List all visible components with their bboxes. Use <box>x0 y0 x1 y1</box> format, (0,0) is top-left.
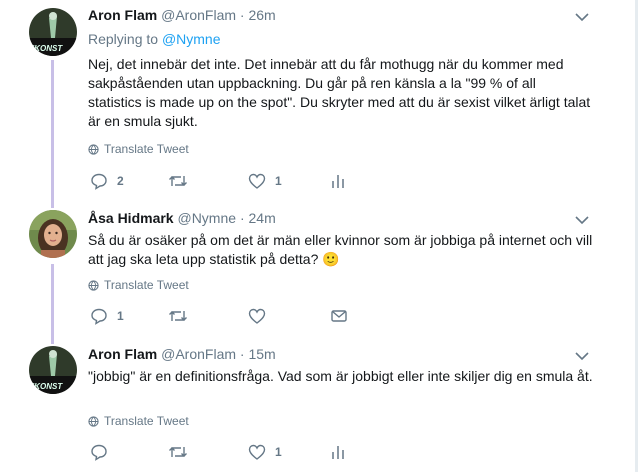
like-button[interactable]: 1 <box>248 172 282 190</box>
heart-icon <box>248 443 266 461</box>
display-name[interactable]: Aron Flam <box>88 7 157 23</box>
replying-to-label: Replying to <box>88 31 159 47</box>
reply-button[interactable] <box>90 443 117 461</box>
heart-icon <box>248 307 266 325</box>
tweet[interactable]: IKONST Aron Flam @AronFlam · 15m "jobbig… <box>0 336 635 472</box>
display-name[interactable]: Åsa Hidmark <box>88 210 174 226</box>
chevron-down-icon[interactable] <box>572 349 592 363</box>
tweet-header: Åsa Hidmark @Nymne · 24m <box>88 210 276 226</box>
reply-icon <box>90 443 108 461</box>
avatar[interactable]: IKONST <box>29 346 77 394</box>
tweet-text: Nej, det innebär det inte. Det innebär a… <box>88 56 591 129</box>
globe-icon <box>88 279 99 291</box>
direct-message-button[interactable] <box>330 307 348 325</box>
retweet-button[interactable] <box>168 307 197 325</box>
timestamp[interactable]: 15m <box>248 346 275 362</box>
timestamp[interactable]: 24m <box>249 210 276 226</box>
tweet-header: Aron Flam @AronFlam · 15m <box>88 346 276 362</box>
tweet[interactable]: Åsa Hidmark @Nymne · 24m Så du är osäker… <box>0 200 635 336</box>
tweet[interactable]: IKONST Aron Flam @AronFlam · 26m Replyin… <box>0 0 635 200</box>
heart-icon <box>248 172 266 190</box>
translate-tweet-link[interactable]: Translate Tweet <box>88 414 189 428</box>
tweet-actions: 2 1 <box>88 172 388 192</box>
separator-dot: · <box>239 7 245 23</box>
avatar[interactable] <box>29 210 77 258</box>
display-name[interactable]: Aron Flam <box>88 346 157 362</box>
tweet-text: Så du är osäker på om det är män eller k… <box>88 232 593 267</box>
reply-count: 2 <box>117 174 124 188</box>
retweet-button[interactable] <box>168 443 197 461</box>
reply-icon <box>90 172 108 190</box>
svg-text:IKONST: IKONST <box>32 44 63 53</box>
globe-icon <box>88 415 99 427</box>
analytics-icon <box>331 443 345 461</box>
analytics-button[interactable] <box>331 172 345 190</box>
user-handle[interactable]: @AronFlam <box>161 346 236 362</box>
svg-text:IKONST: IKONST <box>32 382 63 391</box>
tweet-actions: 1 <box>88 443 388 463</box>
chevron-down-icon[interactable] <box>572 10 592 24</box>
retweet-icon <box>168 172 188 190</box>
retweet-icon <box>168 443 188 461</box>
like-button[interactable]: 1 <box>248 443 282 461</box>
analytics-icon <box>331 172 345 190</box>
timestamp[interactable]: 26m <box>248 7 275 23</box>
user-handle[interactable]: @AronFlam <box>161 7 236 23</box>
analytics-button[interactable] <box>331 443 345 461</box>
retweet-icon <box>168 307 188 325</box>
reply-button[interactable]: 1 <box>90 307 124 325</box>
retweet-button[interactable] <box>168 172 197 190</box>
like-count: 1 <box>275 445 282 459</box>
translate-tweet-link[interactable]: Translate Tweet <box>88 278 189 292</box>
chevron-down-icon[interactable] <box>572 213 592 227</box>
translate-label: Translate Tweet <box>104 414 189 428</box>
user-handle[interactable]: @Nymne <box>177 210 236 226</box>
separator-dot: · <box>239 346 245 362</box>
translate-label: Translate Tweet <box>104 278 189 292</box>
separator-dot: · <box>239 210 245 226</box>
tweet-actions: 1 <box>88 307 388 327</box>
translate-tweet-link[interactable]: Translate Tweet <box>88 142 189 156</box>
reply-icon <box>90 307 108 325</box>
globe-icon <box>88 143 99 155</box>
tweet-header: Aron Flam @AronFlam · 26m <box>88 7 276 23</box>
translate-label: Translate Tweet <box>104 142 189 156</box>
like-count: 1 <box>275 174 282 188</box>
replying-to: Replying to @Nymne <box>88 31 221 47</box>
like-button[interactable] <box>248 307 275 325</box>
tweet-text: "jobbig" är en definitionsfråga. Vad som… <box>88 368 593 384</box>
reply-button[interactable]: 2 <box>90 172 124 190</box>
avatar[interactable]: IKONST <box>29 8 77 56</box>
reply-count: 1 <box>117 309 124 323</box>
envelope-icon <box>330 307 348 325</box>
replying-to-mention[interactable]: @Nymne <box>162 31 221 47</box>
